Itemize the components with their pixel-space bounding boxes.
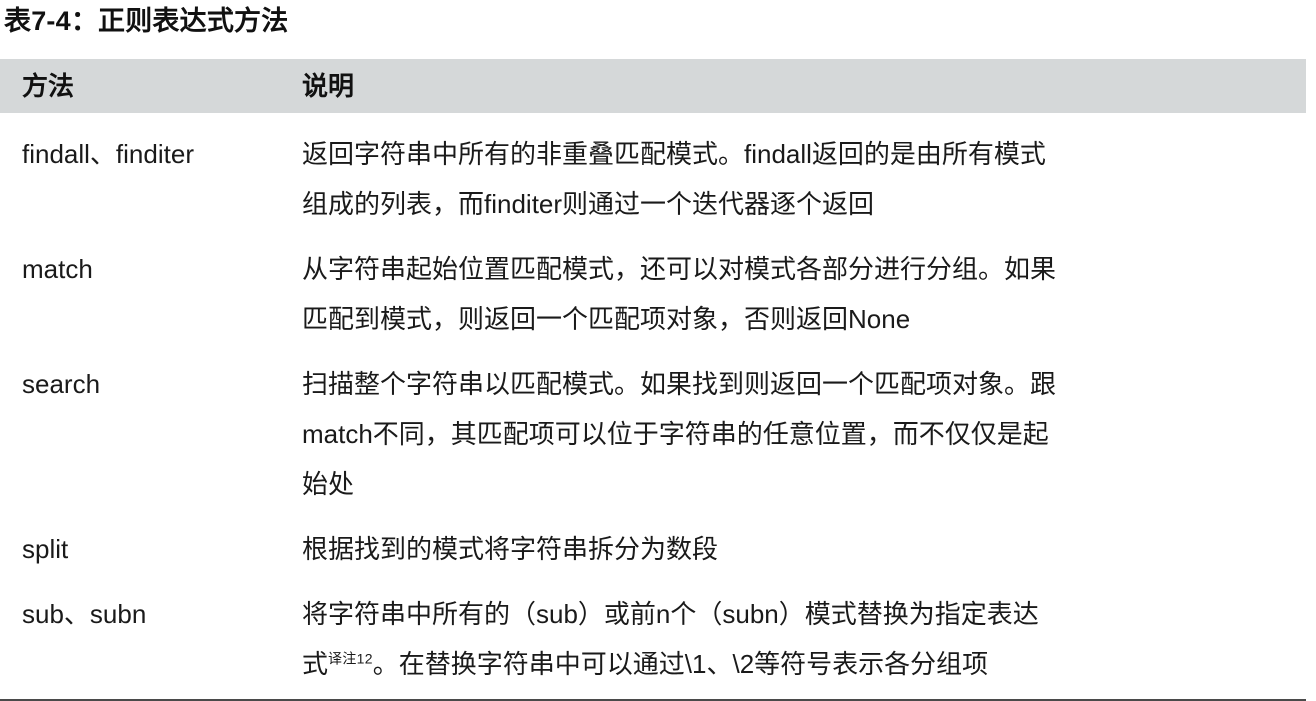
cell-method: split — [22, 534, 69, 564]
cell-method: findall、finditer — [22, 139, 194, 169]
description-line-head: 式 — [302, 649, 329, 679]
cell-method: search — [22, 369, 101, 399]
table-header-row: 方法 说明 — [0, 59, 1306, 113]
table-caption: 表7-4：正则表达式方法 — [4, 6, 289, 36]
description-line: 匹配到模式，则返回一个匹配项对象，否则返回None — [302, 304, 911, 334]
table-row: match 从字符串起始位置匹配模式，还可以对模式各部分进行分组。如果 匹配到模… — [0, 231, 1306, 346]
table-row: split 根据找到的模式将字符串拆分为数段 — [0, 511, 1306, 576]
table-row: findall、finditer 返回字符串中所有的非重叠匹配模式。findal… — [0, 113, 1306, 231]
regex-methods-table: 方法 说明 findall、finditer 返回字符串中所有的非重叠匹配模式。… — [0, 59, 1306, 701]
cell-method: sub、subn — [22, 599, 147, 629]
description-line: 将字符串中所有的（sub）或前n个（subn）模式替换为指定表达 — [302, 599, 1039, 629]
cell-description: 返回字符串中所有的非重叠匹配模式。findall返回的是由所有模式 组成的列表，… — [302, 129, 1306, 229]
table-body: findall、finditer 返回字符串中所有的非重叠匹配模式。findal… — [0, 113, 1306, 701]
table-row: sub、subn 将字符串中所有的（sub）或前n个（subn）模式替换为指定表… — [0, 576, 1306, 699]
description-line: 扫描整个字符串以匹配模式。如果找到则返回一个匹配项对象。跟 — [302, 369, 1057, 399]
description-line: 返回字符串中所有的非重叠匹配模式。findall返回的是由所有模式 — [302, 139, 1046, 169]
cell-description: 将字符串中所有的（sub）或前n个（subn）模式替换为指定表达 式译注12。在… — [302, 589, 1306, 689]
description-line: match不同，其匹配项可以位于字符串的任意位置，而不仅仅是起 — [302, 419, 1049, 449]
footnote-marker: 译注12 — [328, 650, 373, 667]
table-page: 表7-4：正则表达式方法 方法 说明 findall、finditer 返回字符… — [0, 0, 1316, 701]
column-header-method: 方法 — [22, 71, 75, 101]
description-line: 根据找到的模式将字符串拆分为数段 — [302, 534, 719, 564]
description-line: 始处 — [302, 469, 355, 499]
column-header-description: 说明 — [302, 71, 355, 101]
cell-description: 根据找到的模式将字符串拆分为数段 — [302, 524, 1306, 574]
description-line: 从字符串起始位置匹配模式，还可以对模式各部分进行分组。如果 — [302, 254, 1057, 284]
cell-description: 扫描整个字符串以匹配模式。如果找到则返回一个匹配项对象。跟 match不同，其匹… — [302, 359, 1306, 509]
cell-method: match — [22, 254, 93, 284]
description-line: 组成的列表，而finditer则通过一个迭代器逐个返回 — [302, 189, 875, 219]
cell-description: 从字符串起始位置匹配模式，还可以对模式各部分进行分组。如果 匹配到模式，则返回一… — [302, 244, 1306, 344]
table-row: search 扫描整个字符串以匹配模式。如果找到则返回一个匹配项对象。跟 mat… — [0, 346, 1306, 511]
description-line-with-footnote: 式译注12。在替换字符串中可以通过\1、\2等符号表示各分组项 — [302, 639, 1292, 689]
description-line-tail: 。在替换字符串中可以通过\1、\2等符号表示各分组项 — [372, 649, 989, 679]
